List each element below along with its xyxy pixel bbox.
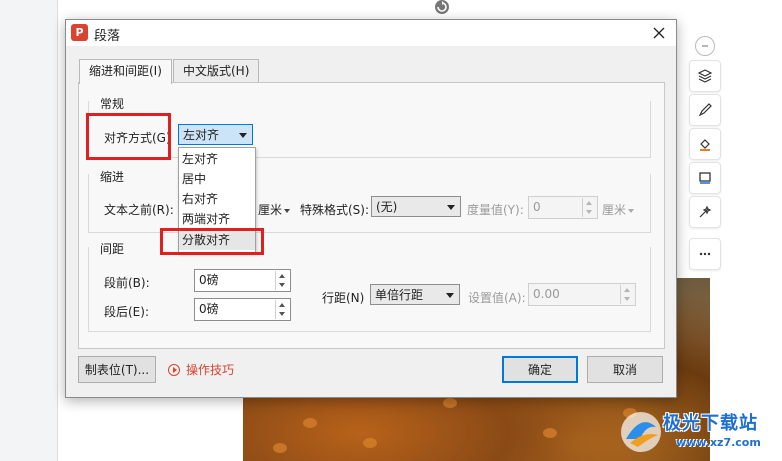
space-before-input[interactable]: 0磅 bbox=[194, 269, 291, 292]
more-icon[interactable] bbox=[689, 238, 721, 270]
chevron-down-icon bbox=[446, 293, 454, 298]
spin-arrows-icon[interactable] bbox=[620, 285, 634, 304]
tips-link[interactable]: 操作技巧 bbox=[186, 361, 234, 378]
layers-icon[interactable] bbox=[689, 60, 721, 92]
tab-stops-button[interactable]: 制表位(T)... bbox=[78, 356, 156, 383]
align-option-center[interactable]: 居中 bbox=[179, 169, 255, 189]
setting-value-input[interactable]: 0.00 bbox=[528, 283, 636, 306]
line-spacing-value: 单倍行距 bbox=[375, 288, 424, 302]
measure-label: 度量值(Y): bbox=[467, 203, 524, 217]
tab-chinese-layout[interactable]: 中文版式(H) bbox=[173, 59, 260, 83]
spin-arrows-icon[interactable] bbox=[275, 271, 289, 290]
align-label: 对齐方式(G) bbox=[104, 131, 171, 145]
align-dropdown-list: 左对齐 居中 右对齐 两端对齐 分散对齐 bbox=[178, 147, 256, 253]
editor-left-gutter bbox=[0, 0, 58, 461]
space-before-label: 段前(B): bbox=[104, 276, 150, 290]
brush-icon[interactable] bbox=[689, 94, 721, 126]
line-spacing-label: 行距(N) bbox=[322, 291, 365, 305]
rotate-handle-icon[interactable] bbox=[432, 0, 452, 17]
align-option-justify[interactable]: 两端对齐 bbox=[179, 209, 255, 229]
watermark-icon bbox=[621, 412, 661, 452]
space-after-value: 0磅 bbox=[199, 302, 219, 316]
space-after-label: 段后(E): bbox=[104, 305, 149, 319]
line-spacing-select[interactable]: 单倍行距 bbox=[370, 284, 460, 305]
measure-value: 0 bbox=[533, 200, 541, 214]
align-select-value: 左对齐 bbox=[183, 128, 220, 142]
watermark-title: 极光下载站 bbox=[663, 413, 758, 434]
watermark-url: www.xz7.com bbox=[676, 436, 761, 449]
before-text-label: 文本之前(R): bbox=[104, 203, 174, 217]
collapse-icon[interactable] bbox=[695, 36, 715, 56]
watermark-logo: 极光下载站 www.xz7.com bbox=[618, 407, 780, 457]
frame-icon[interactable] bbox=[689, 162, 721, 194]
magic-icon[interactable] bbox=[689, 196, 721, 228]
align-option-right[interactable]: 右对齐 bbox=[179, 189, 255, 209]
dialog-titlebar: P 段落 bbox=[66, 20, 676, 46]
align-option-distributed[interactable]: 分散对齐 bbox=[179, 230, 255, 250]
paragraph-dialog: P 段落 缩进和间距(I) 中文版式(H) 常规 对齐方式(G) 左对齐 缩进 … bbox=[65, 19, 677, 398]
space-after-input[interactable]: 0磅 bbox=[194, 298, 291, 321]
cancel-button[interactable]: 取消 bbox=[587, 356, 663, 383]
special-format-select[interactable]: (无) bbox=[371, 196, 461, 217]
fill-icon[interactable] bbox=[689, 128, 721, 160]
group-general bbox=[88, 101, 651, 158]
before-text-unit[interactable]: 厘米 bbox=[258, 201, 291, 218]
measure-unit: 厘米 bbox=[602, 201, 635, 218]
spin-arrows-icon[interactable] bbox=[582, 198, 596, 217]
close-icon[interactable] bbox=[647, 22, 671, 44]
play-circle-icon bbox=[168, 364, 180, 376]
tab-indent-spacing[interactable]: 缩进和间距(I) bbox=[79, 59, 172, 84]
chevron-down-icon bbox=[239, 133, 247, 138]
chevron-down-icon bbox=[447, 205, 455, 210]
dialog-title: 段落 bbox=[94, 29, 121, 44]
ok-button[interactable]: 确定 bbox=[502, 356, 578, 383]
wps-presentation-icon: P bbox=[71, 24, 88, 41]
spin-arrows-icon[interactable] bbox=[275, 300, 289, 319]
special-format-value: (无) bbox=[376, 200, 398, 214]
measure-input[interactable]: 0 bbox=[528, 196, 598, 219]
align-select[interactable]: 左对齐 bbox=[178, 124, 253, 145]
special-format-label: 特殊格式(S): bbox=[300, 203, 370, 217]
setting-value-label: 设置值(A): bbox=[468, 291, 526, 305]
setting-value: 0.00 bbox=[533, 287, 560, 301]
space-before-value: 0磅 bbox=[199, 273, 219, 287]
align-option-left[interactable]: 左对齐 bbox=[179, 149, 255, 169]
